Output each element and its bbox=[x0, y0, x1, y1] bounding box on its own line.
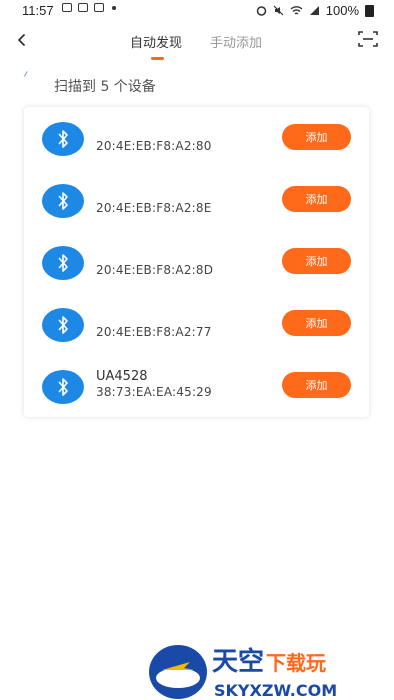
image-notification-icon bbox=[78, 3, 88, 12]
bluetooth-icon bbox=[42, 184, 84, 218]
bluetooth-icon bbox=[42, 246, 84, 280]
status-notification-icons bbox=[62, 3, 116, 12]
bluetooth-icon bbox=[42, 370, 84, 404]
device-row: 20:4E:EB:F8:A2:8D 添加 bbox=[24, 246, 369, 306]
svg-text:SKYXZW.COM: SKYXZW.COM bbox=[214, 681, 337, 700]
bluetooth-icon bbox=[42, 308, 84, 342]
watermark-logo: 天空 下载玩 SKYXZW.COM bbox=[149, 645, 337, 700]
device-row: 20:4E:EB:F8:A2:8E 添加 bbox=[24, 184, 369, 244]
battery-percent: 100% bbox=[325, 3, 359, 18]
alarm-icon bbox=[256, 6, 266, 16]
add-device-button[interactable]: 添加 bbox=[282, 372, 351, 398]
svg-text:天空: 天空 bbox=[212, 646, 264, 677]
device-mac: 38:73:EA:EA:45:29 bbox=[96, 385, 212, 399]
add-device-button[interactable]: 添加 bbox=[282, 248, 351, 274]
back-chevron-icon bbox=[18, 34, 25, 46]
app-notification-icon bbox=[94, 3, 104, 12]
device-row: UA4528 38:73:EA:EA:45:29 添加 bbox=[24, 369, 369, 430]
notification-icon bbox=[62, 3, 72, 12]
wifi-icon bbox=[290, 6, 303, 15]
svg-text:下载玩: 下载玩 bbox=[266, 651, 326, 675]
more-notifications-icon bbox=[112, 5, 116, 10]
back-button[interactable] bbox=[12, 30, 32, 50]
device-row: 20:4E:EB:F8:A2:80 添加 bbox=[24, 122, 369, 182]
scan-button[interactable] bbox=[358, 30, 378, 48]
tab-auto-discover[interactable]: 自动发现 bbox=[130, 32, 182, 51]
add-device-button[interactable]: 添加 bbox=[282, 124, 351, 150]
status-bar: 11:57 100% bbox=[0, 0, 394, 22]
top-nav: 自动发现 手动添加 bbox=[0, 24, 394, 64]
device-name: UA4528 bbox=[96, 369, 148, 384]
scan-progress-mark bbox=[23, 71, 32, 79]
scan-frame-icon bbox=[358, 31, 378, 47]
device-mac: 20:4E:EB:F8:A2:8E bbox=[96, 201, 212, 215]
tab-manual-add[interactable]: 手动添加 bbox=[210, 32, 262, 51]
device-mac: 20:4E:EB:F8:A2:77 bbox=[96, 325, 212, 339]
signal-icon bbox=[309, 6, 319, 15]
scan-count-text: 扫描到 5 个设备 bbox=[54, 79, 156, 95]
device-list-card: 20:4E:EB:F8:A2:80 添加 20:4E:EB:F8:A2:8E 添… bbox=[24, 107, 369, 417]
active-tab-indicator bbox=[151, 57, 164, 60]
device-row: 20:4E:EB:F8:A2:77 添加 bbox=[24, 308, 369, 368]
add-device-button[interactable]: 添加 bbox=[282, 310, 351, 336]
bluetooth-icon bbox=[42, 122, 84, 156]
device-mac: 20:4E:EB:F8:A2:80 bbox=[96, 139, 212, 153]
battery-icon bbox=[365, 4, 374, 17]
status-system-icons: 100% bbox=[256, 3, 374, 18]
add-device-button[interactable]: 添加 bbox=[282, 186, 351, 212]
device-mac: 20:4E:EB:F8:A2:8D bbox=[96, 263, 214, 277]
status-time: 11:57 bbox=[22, 3, 54, 18]
mute-icon bbox=[273, 5, 284, 16]
